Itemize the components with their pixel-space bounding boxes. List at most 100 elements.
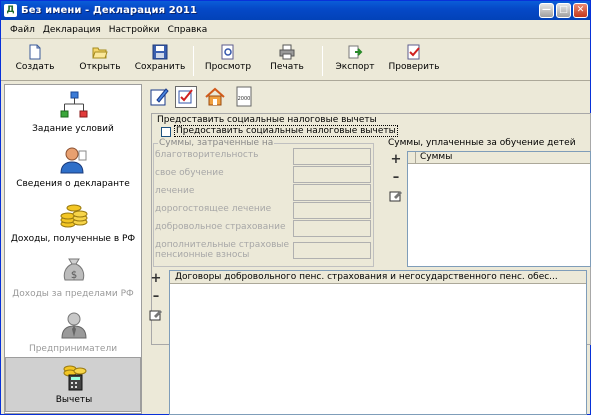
check-label: Проверить [388, 62, 440, 72]
open-label: Открыть [79, 62, 121, 72]
maximize-button[interactable]: □ [556, 3, 571, 18]
window-title: Без имени - Декларация 2011 [21, 5, 197, 16]
children-education-label: Суммы, уплаченные за обучение детей [388, 138, 576, 148]
preview-button[interactable]: Просмотр [202, 44, 254, 80]
charity-input[interactable] [293, 148, 371, 165]
calculator-icon [63, 365, 87, 391]
treatment-label: лечение [155, 186, 195, 196]
standard-deductions-tab[interactable] [175, 86, 197, 108]
nav-item-entrepreneurs[interactable]: Предприниматели [5, 307, 141, 362]
social-deductions-checkbox[interactable] [161, 127, 171, 137]
document-2000-icon: 2000 [236, 86, 252, 107]
hierarchy-icon [60, 91, 88, 118]
house-icon [205, 87, 225, 106]
field-row-pension-contributions: дополнительные страховые пенсионные взно… [154, 238, 373, 264]
own-education-label: свое обучение [155, 168, 224, 178]
children-education-table[interactable]: Суммы [407, 151, 591, 267]
table-header: Суммы [408, 152, 590, 164]
nav-item-deductions[interactable]: Вычеты [5, 357, 141, 412]
printer-icon [279, 44, 295, 60]
preview-icon [221, 44, 234, 60]
toolbar-separator [193, 46, 194, 76]
print-label: Печать [270, 62, 304, 72]
nav-item-income-abroad[interactable]: $ Доходы за пределами РФ [5, 252, 141, 307]
field-row-own-education: свое обучение [154, 166, 373, 184]
check-button[interactable]: Проверить [385, 44, 443, 80]
pension-contracts-table[interactable]: Договоры добровольного пенс. страхования… [169, 270, 587, 415]
toolbar-separator [322, 46, 323, 76]
checkbox-icon [178, 89, 193, 104]
coins-icon [60, 204, 88, 228]
open-folder-icon [92, 47, 108, 59]
export-button[interactable]: Экспорт [332, 44, 378, 80]
menu-help[interactable]: Справка [168, 25, 208, 35]
add-contract-icon[interactable]: + [149, 272, 163, 286]
export-icon [348, 45, 363, 59]
own-education-input[interactable] [293, 166, 371, 183]
remove-row-icon[interactable]: – [389, 171, 403, 185]
menu-settings[interactable]: Настройки [109, 25, 160, 35]
field-row-charity: благотворительность [154, 148, 373, 166]
app-icon: Д [4, 4, 17, 17]
svg-text:$: $ [71, 270, 77, 281]
row-indicator-header [408, 152, 416, 164]
deductions-content: 2000 Предоставить социальные налоговые в… [146, 84, 591, 415]
nav-label-deductions: Вычеты [55, 395, 93, 405]
expenses-legend: Суммы, затраченные на [158, 138, 275, 148]
expensive-treatment-label: дорогостоящее лечение [155, 204, 272, 214]
save-button[interactable]: Сохранить [134, 44, 186, 80]
floppy-disk-icon [152, 44, 168, 60]
nav-item-conditions[interactable]: Задание условий [5, 87, 141, 142]
field-row-treatment: лечение [154, 184, 373, 202]
minimize-button[interactable]: — [539, 3, 554, 18]
save-label: Сохранить [134, 62, 186, 72]
nav-label-conditions: Задание условий [32, 124, 114, 134]
nav-label-income-abroad: Доходы за пределами РФ [12, 289, 134, 299]
menu-bar: Файл Декларация Настройки Справка [1, 21, 590, 39]
pension-contributions-input[interactable] [293, 242, 371, 259]
social-deductions-tab[interactable] [149, 86, 171, 108]
sums-column-header[interactable]: Суммы [417, 152, 589, 164]
pension-contracts-header-text: Договоры добровольного пенс. страхования… [175, 272, 558, 282]
businessman-icon [61, 312, 87, 339]
nav-label-entrepreneurs: Предприниматели [28, 344, 118, 354]
expenses-fieldset: Суммы, затраченные на благотворительност… [153, 138, 374, 267]
social-checkbox-label[interactable]: Предоставить социальные налоговые вычеты [174, 125, 398, 137]
open-button[interactable]: Открыть [74, 44, 126, 80]
children-education-panel: Суммы, уплаченные за обучение детей + – … [388, 138, 591, 267]
sums-column-label: Суммы [420, 152, 453, 162]
nav-item-declarant[interactable]: Сведения о декларанте [5, 142, 141, 197]
year-badge: 2000 [238, 96, 251, 102]
person-icon [60, 147, 87, 174]
field-row-expensive-treatment: дорогостоящее лечение [154, 202, 373, 220]
edit-contract-icon[interactable] [149, 308, 163, 322]
toolbar: Создать Открыть Сохранить Просмотр Печат… [1, 40, 590, 81]
property-deductions-tab[interactable] [204, 86, 226, 108]
pension-contracts-header[interactable]: Договоры добровольного пенс. страхования… [170, 271, 586, 284]
remove-contract-icon[interactable]: – [149, 290, 163, 304]
expensive-treatment-input[interactable] [293, 202, 371, 219]
create-button[interactable]: Создать [10, 44, 60, 80]
export-label: Экспорт [335, 62, 375, 72]
money-bag-icon: $ [63, 258, 85, 281]
check-document-icon [407, 44, 420, 60]
social-group-title: Предоставить социальные налоговые вычеты [157, 115, 377, 125]
nav-label-income-rf: Доходы, полученные в РФ [10, 234, 136, 244]
nav-item-income-rf[interactable]: Доходы, полученные в РФ [5, 197, 141, 252]
voluntary-insurance-input[interactable] [293, 220, 371, 237]
title-bar[interactable]: Д Без имени - Декларация 2011 — □ ✕ [1, 1, 590, 20]
menu-file[interactable]: Файл [10, 25, 35, 35]
field-row-voluntary-insurance: добровольное страхование [154, 220, 373, 238]
edit-row-icon[interactable] [389, 189, 403, 203]
pencil-check-icon [150, 88, 169, 106]
preview-label: Просмотр [204, 62, 252, 72]
document-2000-tab[interactable]: 2000 [233, 86, 255, 108]
menu-declaration[interactable]: Декларация [43, 25, 101, 35]
create-label: Создать [15, 62, 55, 72]
treatment-input[interactable] [293, 184, 371, 201]
print-button[interactable]: Печать [264, 44, 310, 80]
new-document-icon [29, 44, 41, 60]
close-button[interactable]: ✕ [573, 3, 588, 18]
charity-label: благотворительность [155, 150, 259, 160]
add-row-icon[interactable]: + [389, 153, 403, 167]
